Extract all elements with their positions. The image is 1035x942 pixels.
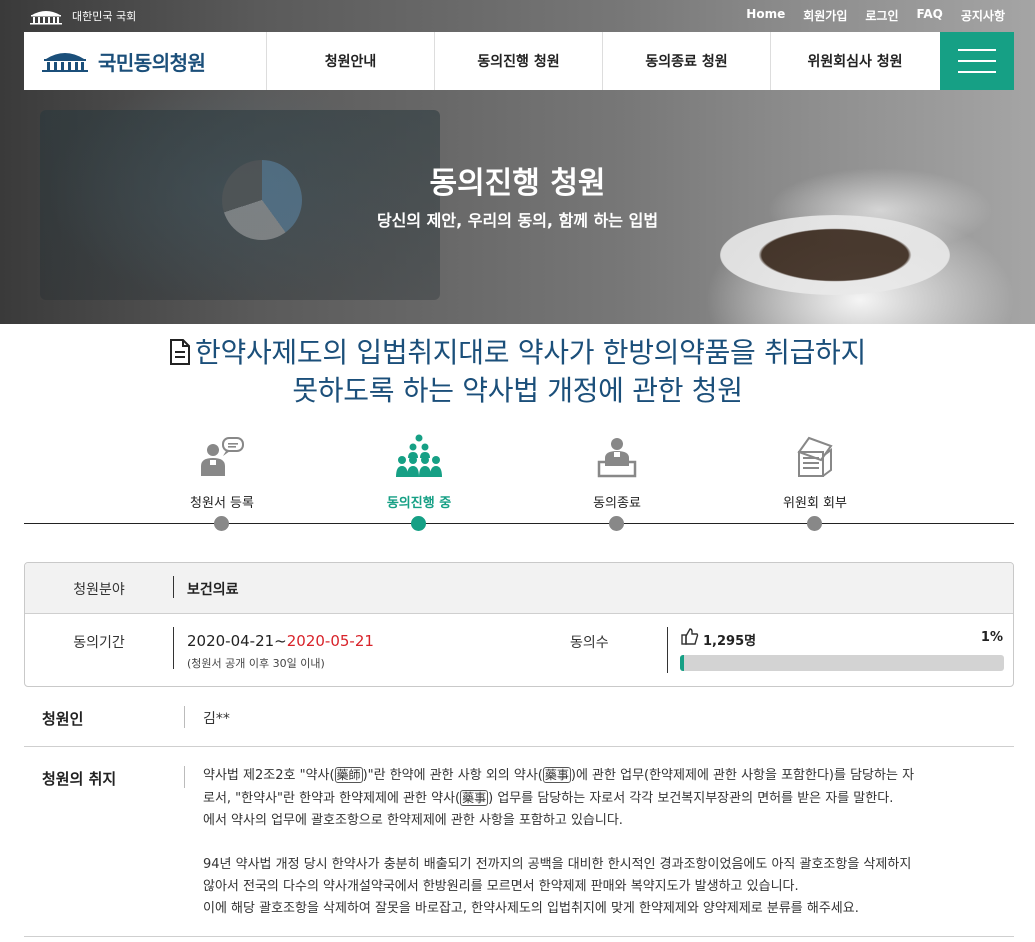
assembly-brand[interactable]: 대한민국 국회	[28, 7, 136, 25]
petitioner-value: 김**	[203, 711, 230, 727]
petition-info-box: 청원분야 보건의료 동의기간 2020-04-21~2020-05-21 (청원…	[24, 562, 1014, 687]
purpose-content: 약사법 제2조2호 "약사(藥師)"란 한약에 관한 사항 외의 약사(藥事)에…	[203, 764, 993, 920]
text-segment: ) 업무를 담당하는 자로서 각각 보건복지부장관의 면허를 받은 자를 말한다…	[488, 791, 894, 806]
purpose-row-divider	[24, 936, 1014, 937]
purpose-line: 로서, "한약사"란 한약과 한약제제에 관한 약사(藥事) 업무를 담당하는 …	[203, 787, 993, 810]
link-signup[interactable]: 회원가입	[803, 7, 847, 24]
hanja-term: 藥師	[334, 767, 363, 783]
text-segment: )"란 한약에 관한 사항 외의 약사(	[362, 768, 543, 783]
speaking-person-icon	[201, 437, 244, 476]
petition-title: 한약사제도의 입법취지대로 약사가 한방의약품을 취급하지 못하도록 하는 약사…	[90, 334, 945, 410]
hanja-term: 藥事	[542, 767, 571, 783]
hamburger-menu-button[interactable]	[940, 32, 1014, 90]
assembly-brand-label: 대한민국 국회	[72, 10, 137, 23]
document-icon	[170, 339, 191, 365]
menu-bar-icon	[958, 49, 996, 51]
purpose-line: 에서 약사의 업무에 괄호조항으로 한약제제에 관한 사항을 포함하고 있습니다…	[203, 813, 623, 828]
step-committee-referral: 위원회 회부	[715, 428, 915, 531]
text-segment: 로서, "한약사"란 한약과 한약제제에 관한 약사(	[203, 791, 461, 806]
count-label: 동의수	[570, 635, 609, 651]
text-segment: )에 관한 업무(한약제제에 관한 사항을 포함한다)를 담당하는 자	[570, 768, 915, 783]
count-divider	[667, 627, 668, 673]
field-row: 청원분야 보건의료	[25, 563, 1013, 614]
step-consent-closed-label: 동의종료	[593, 496, 641, 511]
assembly-logo-icon	[42, 53, 88, 72]
petitioner-label: 청원인	[42, 710, 84, 728]
consent-progress-fill	[680, 655, 684, 671]
link-login[interactable]: 로그인	[865, 7, 898, 24]
petitioner-divider	[184, 706, 185, 728]
count-percent: 1%	[980, 630, 1003, 645]
assembly-building-icon	[30, 11, 62, 25]
step-registration-label: 청원서 등록	[190, 496, 254, 511]
step-consent-ongoing: 동의진행 중	[319, 428, 519, 531]
menu-bar-icon	[958, 60, 996, 62]
period-value: 2020-04-21~2020-05-21	[187, 632, 374, 650]
step-committee-referral-label: 위원회 회부	[783, 496, 847, 511]
field-value: 보건의료	[187, 582, 239, 598]
purpose-line: 약사법 제2조2호 "약사(藥師)"란 한약에 관한 사항 외의 약사(藥事)에…	[203, 764, 993, 787]
step-consent-closed-dot	[609, 516, 624, 531]
step-registration: 청원서 등록	[122, 428, 322, 531]
link-home[interactable]: Home	[746, 7, 785, 24]
petitioner-row-divider	[24, 746, 1014, 747]
document-stack-icon	[797, 436, 833, 477]
hero-title: 동의진행 청원	[429, 166, 606, 201]
menu-bar-icon	[958, 71, 996, 73]
purpose-label: 청원의 취지	[42, 770, 117, 788]
purpose-line: 94년 약사법 개정 당시 한약사가 충분히 배출되기 전까지의 공백을 대비한…	[203, 857, 912, 872]
period-note: (청원서 공개 이후 30일 이내)	[187, 657, 325, 670]
consent-progress-bar	[680, 655, 1004, 671]
period-divider	[173, 627, 174, 669]
progress-steps-line	[24, 523, 1014, 524]
link-faq[interactable]: FAQ	[917, 7, 943, 24]
purpose-line: 이에 해당 괄호조항을 삭제하여 잘못을 바로잡고, 한약사제도의 입법취지에 …	[203, 901, 859, 916]
petition-title-line1: 한약사제도의 입법취지대로 약사가 한방의약품을 취급하지	[195, 336, 866, 369]
nav-petition-guide[interactable]: 청원안내	[267, 32, 435, 90]
petition-title-line2: 못하도록 하는 약사법 개정에 관한 청원	[292, 374, 743, 407]
hanja-term: 藥事	[460, 790, 489, 806]
site-logo[interactable]: 국민동의청원	[24, 32, 267, 90]
thumbs-up-icon	[681, 628, 699, 645]
period-end: 2020-05-21	[286, 632, 374, 650]
count-value: 1,295명	[703, 634, 757, 649]
text-segment: 약사법 제2조2호 "약사(	[203, 768, 335, 783]
purpose-line: 않아서 전국의 다수의 약사개설약국에서 한방원리를 모르면서 한약제제 판매와…	[203, 879, 799, 894]
step-consent-ongoing-dot	[411, 516, 426, 531]
step-registration-dot	[214, 516, 229, 531]
hero-subtitle: 당신의 제안, 우리의 동의, 함께 하는 입법	[376, 211, 659, 230]
period-label: 동의기간	[73, 635, 125, 651]
logo-text: 국민동의청원	[98, 50, 206, 75]
step-consent-ongoing-label: 동의진행 중	[386, 496, 452, 511]
main-nav: 국민동의청원 청원안내 동의진행 청원 동의종료 청원 위원회심사 청원	[24, 32, 1014, 90]
field-label: 청원분야	[73, 582, 125, 598]
purpose-divider	[184, 766, 185, 788]
nav-ongoing-petitions[interactable]: 동의진행 청원	[435, 32, 603, 90]
top-utility-links: Home 회원가입 로그인 FAQ 공지사항	[746, 7, 1005, 24]
field-divider	[173, 576, 174, 598]
link-notice[interactable]: 공지사항	[961, 7, 1005, 24]
podium-speaker-icon	[597, 438, 637, 478]
group-people-icon	[396, 434, 442, 477]
step-consent-closed: 동의종료	[517, 428, 717, 531]
nav-committee-petitions[interactable]: 위원회심사 청원	[771, 32, 939, 90]
period-start: 2020-04-21~	[187, 632, 287, 650]
nav-closed-petitions[interactable]: 동의종료 청원	[603, 32, 771, 90]
step-committee-referral-dot	[807, 516, 822, 531]
